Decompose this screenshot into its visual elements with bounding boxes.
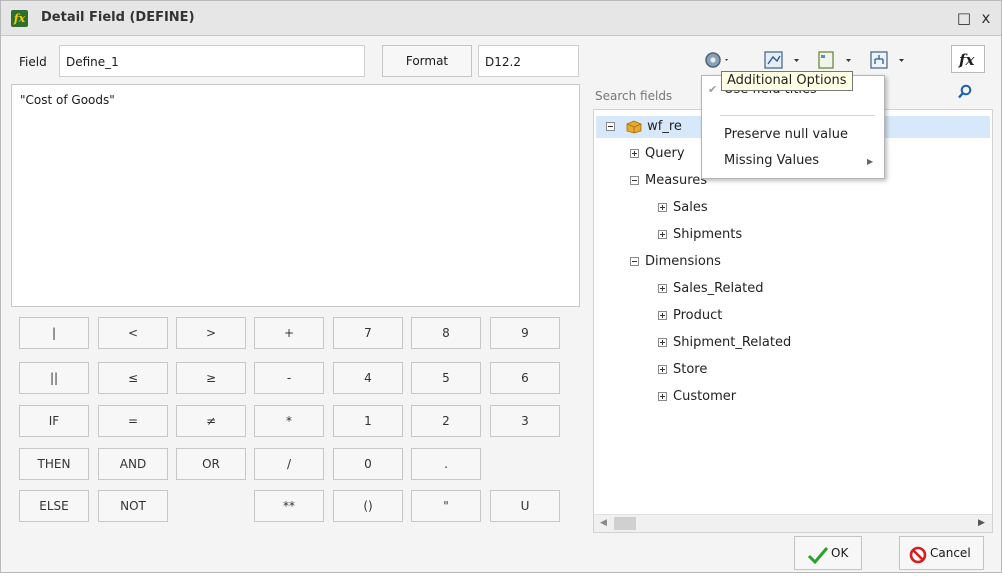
key-8[interactable]: 8	[411, 317, 481, 349]
search-fields-input[interactable]: Search fields	[595, 89, 672, 103]
tree-node-store[interactable]: Store	[658, 359, 707, 381]
key-or[interactable]: OR	[176, 448, 246, 480]
tree-node-label: Query	[645, 146, 685, 161]
tree-node-sales[interactable]: Sales	[658, 197, 708, 219]
key-less-equal[interactable]: ≤	[98, 362, 168, 394]
close-button[interactable]: x	[977, 9, 995, 27]
submenu-arrow-icon: ▶	[867, 157, 874, 166]
key-5[interactable]: 5	[411, 362, 481, 394]
horizontal-scrollbar[interactable]: ◀ ▶	[594, 514, 992, 532]
key-1[interactable]: 1	[333, 405, 403, 437]
key-greater-than[interactable]: >	[176, 317, 246, 349]
field-list-icon[interactable]	[763, 49, 805, 71]
scroll-right-icon[interactable]: ▶	[978, 518, 985, 528]
cancel-label: Cancel	[930, 546, 971, 560]
ok-label: OK	[831, 546, 849, 560]
tree-node-shipments[interactable]: Shipments	[658, 224, 742, 246]
key-parentheses[interactable]: ()	[333, 490, 403, 522]
checkmark-icon	[807, 544, 829, 576]
key-3[interactable]: 3	[490, 405, 560, 437]
tree-node-label: Product	[673, 308, 723, 323]
field-label: Field	[19, 55, 47, 69]
gear-icon[interactable]	[703, 49, 731, 71]
key-9[interactable]: 9	[490, 317, 560, 349]
hierarchy-icon[interactable]	[869, 49, 909, 71]
tree-node-measures[interactable]: Measures	[630, 170, 707, 192]
format-input[interactable]: D12.2	[478, 45, 579, 77]
tree-node-shipment-related[interactable]: Shipment_Related	[658, 332, 791, 354]
tree-node-label: Shipments	[673, 227, 743, 242]
detail-field-dialog: fx Detail Field (DEFINE) □ x Field Defin…	[0, 0, 1002, 573]
expression-editor[interactable]: "Cost of Goods"	[11, 84, 580, 307]
search-icon[interactable]	[957, 84, 973, 103]
menu-divider	[720, 115, 875, 116]
key-plus[interactable]: +	[254, 317, 324, 349]
key-0[interactable]: 0	[333, 448, 403, 480]
tree-node-query[interactable]: Query	[630, 143, 685, 165]
key-if[interactable]: IF	[19, 405, 89, 437]
key-less-than[interactable]: <	[98, 317, 168, 349]
tree-node-customer[interactable]: Customer	[658, 386, 736, 408]
key-not[interactable]: NOT	[98, 490, 168, 522]
tree-node-label: Shipment_Related	[673, 335, 792, 350]
key-not-equal[interactable]: ≠	[176, 405, 246, 437]
key-then[interactable]: THEN	[19, 448, 89, 480]
key-concat[interactable]: ||	[19, 362, 89, 394]
scroll-left-icon[interactable]: ◀	[600, 518, 607, 528]
key-6[interactable]: 6	[490, 362, 560, 394]
define-fx-icon: fx	[11, 10, 28, 27]
key-divide[interactable]: /	[254, 448, 324, 480]
key-equals[interactable]: =	[98, 405, 168, 437]
key-2[interactable]: 2	[411, 405, 481, 437]
menu-item-missing-values[interactable]: Missing Values	[724, 153, 819, 168]
key-decimal[interactable]: .	[411, 448, 481, 480]
key-4[interactable]: 4	[333, 362, 403, 394]
dialog-title: Detail Field (DEFINE)	[41, 10, 195, 25]
key-multiply[interactable]: *	[254, 405, 324, 437]
key-or-bar[interactable]: |	[19, 317, 89, 349]
field-name-input[interactable]: Define_1	[59, 45, 365, 77]
key-7[interactable]: 7	[333, 317, 403, 349]
cancel-button[interactable]: Cancel	[899, 536, 984, 570]
tree-node-label: Customer	[673, 389, 737, 404]
menu-item-preserve-null[interactable]: Preserve null value	[724, 127, 848, 142]
key-greater-equal[interactable]: ≥	[176, 362, 246, 394]
tree-node-product[interactable]: Product	[658, 305, 722, 327]
ok-button[interactable]: OK	[794, 536, 862, 570]
panel-icon[interactable]	[817, 49, 857, 71]
cube-icon	[625, 120, 643, 134]
title-bar: fx Detail Field (DEFINE) □ x	[1, 1, 1001, 36]
tree-node-label: Measures	[645, 173, 708, 188]
check-icon: ✔	[708, 83, 718, 96]
tree-node-label: wf_re	[647, 119, 682, 134]
tree-node-sales-related[interactable]: Sales_Related	[658, 278, 763, 300]
tooltip: Additional Options	[721, 71, 853, 91]
no-entry-icon	[909, 544, 927, 576]
key-union[interactable]: U	[490, 490, 560, 522]
key-minus[interactable]: -	[254, 362, 324, 394]
key-else[interactable]: ELSE	[19, 490, 89, 522]
tree-node-label: Sales	[673, 200, 708, 215]
tree-node-label: Dimensions	[645, 254, 721, 269]
format-button[interactable]: Format	[382, 45, 472, 77]
scroll-thumb[interactable]	[614, 517, 636, 530]
key-quote[interactable]: "	[411, 490, 481, 522]
tree-node-dimensions[interactable]: Dimensions	[630, 251, 721, 273]
tree-node-label: Store	[673, 362, 708, 377]
svg-text:fx: fx	[958, 51, 975, 69]
key-and[interactable]: AND	[98, 448, 168, 480]
key-power[interactable]: **	[254, 490, 324, 522]
tree-node-label: Sales_Related	[673, 281, 764, 296]
fx-icon[interactable]: fx	[951, 45, 985, 73]
maximize-button[interactable]: □	[955, 9, 973, 27]
